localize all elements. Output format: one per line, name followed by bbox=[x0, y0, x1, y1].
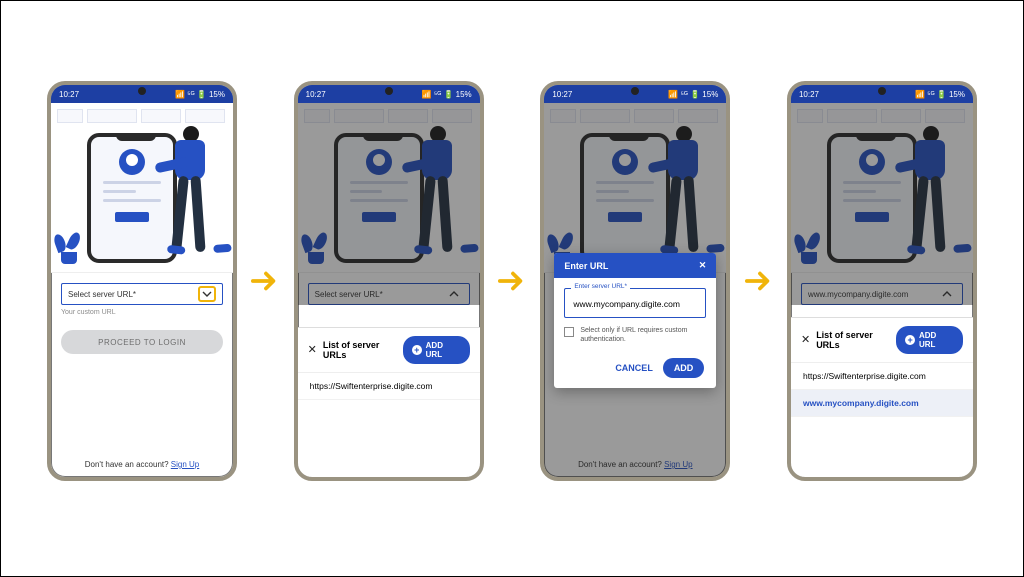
server-url-input[interactable] bbox=[571, 298, 699, 310]
backdrop-dim bbox=[298, 103, 480, 305]
arrow-right-icon bbox=[250, 266, 280, 296]
custom-auth-checkbox[interactable] bbox=[564, 327, 574, 337]
camera-notch bbox=[138, 87, 146, 95]
server-url-item[interactable]: https://Swiftenterprise.digite.com bbox=[791, 363, 973, 390]
plus-icon: + bbox=[412, 345, 422, 355]
add-url-button[interactable]: + ADD URL bbox=[403, 336, 470, 364]
phone-step-1: 10:27 📶 ⁵ᴳ 🔋 15% Select server URL* Your… bbox=[47, 81, 237, 481]
status-time: 10:27 bbox=[552, 90, 572, 99]
add-url-button[interactable]: + ADD URL bbox=[896, 326, 963, 354]
hero-illustration bbox=[51, 103, 233, 273]
status-indicators: 📶 ⁵ᴳ 🔋 15% bbox=[175, 90, 225, 99]
status-time: 10:27 bbox=[306, 90, 326, 99]
camera-notch bbox=[385, 87, 393, 95]
status-indicators: 📶 ⁵ᴳ 🔋 15% bbox=[668, 90, 718, 99]
modal-title: Enter URL bbox=[564, 261, 608, 271]
plus-icon: + bbox=[905, 335, 915, 345]
server-url-sheet: ✕ List of server URLs + ADD URL https://… bbox=[791, 317, 973, 477]
close-icon[interactable]: ✕ bbox=[699, 260, 707, 271]
custom-url-hint: Your custom URL bbox=[61, 309, 223, 316]
field-label: Enter server URL* bbox=[571, 283, 630, 290]
server-url-field[interactable]: Enter server URL* bbox=[564, 288, 706, 318]
camera-notch bbox=[631, 87, 639, 95]
server-url-item[interactable]: https://Swiftenterprise.digite.com bbox=[298, 373, 480, 400]
sheet-title: List of server URLs bbox=[323, 340, 403, 360]
status-time: 10:27 bbox=[799, 90, 819, 99]
arrow-right-icon bbox=[497, 266, 527, 296]
server-url-item-selected[interactable]: www.mycompany.digite.com bbox=[791, 390, 973, 417]
backdrop-dim bbox=[791, 103, 973, 305]
tutorial-canvas: 10:27 📶 ⁵ᴳ 🔋 15% Select server URL* Your… bbox=[0, 0, 1024, 577]
proceed-to-login-button[interactable]: PROCEED TO LOGIN bbox=[61, 330, 223, 354]
status-time: 10:27 bbox=[59, 90, 79, 99]
status-indicators: 📶 ⁵ᴳ 🔋 15% bbox=[422, 90, 472, 99]
checkbox-label: Select only if URL requires custom authe… bbox=[580, 326, 706, 344]
phone-step-4: 10:27 📶 ⁵ᴳ 🔋 15% www.mycompany.digite.co… bbox=[787, 81, 977, 481]
enter-url-modal: Enter URL ✕ Enter server URL* Select onl… bbox=[554, 253, 716, 388]
close-icon[interactable]: ✕ bbox=[308, 345, 317, 356]
status-indicators: 📶 ⁵ᴳ 🔋 15% bbox=[915, 90, 965, 99]
close-icon[interactable]: ✕ bbox=[801, 335, 810, 346]
phone-step-2: 10:27 📶 ⁵ᴳ 🔋 15% Select server URL* bbox=[294, 81, 484, 481]
cancel-button[interactable]: CANCEL bbox=[615, 363, 653, 373]
phone-step-3: 10:27 📶 ⁵ᴳ 🔋 15% Select server URL* bbox=[540, 81, 730, 481]
chevron-down-icon[interactable] bbox=[198, 286, 216, 302]
camera-notch bbox=[878, 87, 886, 95]
signup-footer: Don't have an account? Sign Up bbox=[51, 460, 233, 469]
arrow-right-icon bbox=[744, 266, 774, 296]
server-url-select[interactable]: Select server URL* bbox=[61, 283, 223, 305]
sheet-title: List of server URLs bbox=[816, 330, 896, 350]
server-url-sheet: ✕ List of server URLs + ADD URL https://… bbox=[298, 327, 480, 477]
select-placeholder: Select server URL* bbox=[68, 290, 136, 299]
add-button[interactable]: ADD bbox=[663, 358, 705, 378]
sign-up-link[interactable]: Sign Up bbox=[171, 460, 199, 469]
